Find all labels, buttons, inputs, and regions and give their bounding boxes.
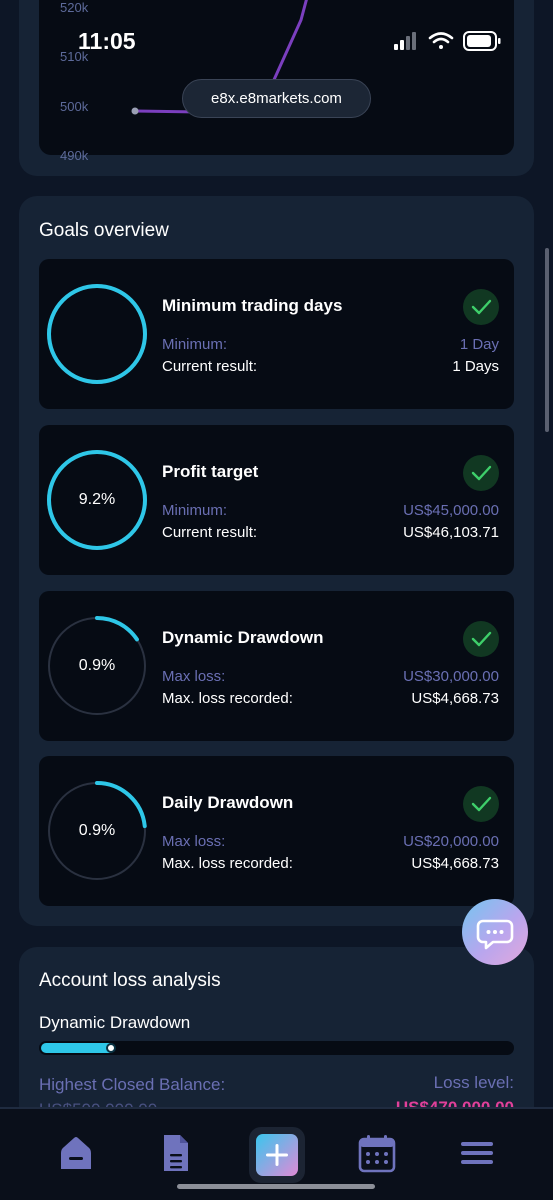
calendar-icon (358, 1135, 396, 1173)
page-scrollbar[interactable] (545, 248, 549, 432)
goal-row-label: Max. loss recorded: (162, 855, 293, 872)
nav-calendar-button[interactable] (355, 1131, 399, 1175)
status-time: 11:05 (78, 28, 136, 54)
goal-row-current: Current result: 1 Days (162, 358, 499, 375)
goal-row-value: 1 Day (459, 336, 499, 353)
progress-ring-label: 9.2% (78, 491, 116, 508)
goal-row-minimum: Minimum: 1 Day (162, 336, 499, 353)
menu-icon (461, 1142, 493, 1164)
goal-minimum-trading-days[interactable]: Minimum trading days Minimum: 1 Day Curr… (39, 259, 514, 409)
battery-icon (463, 31, 501, 51)
goal-row-label: Max loss: (162, 833, 226, 850)
goal-row-max-loss-recorded: Max. loss recorded: US$4,668.73 (162, 855, 499, 872)
goal-row-label: Current result: (162, 358, 258, 375)
goal-title: Minimum trading days (162, 296, 343, 315)
goal-row-label: Minimum: (162, 502, 228, 519)
goal-row-max-loss-recorded: Max. loss recorded: US$4,668.73 (162, 690, 499, 707)
goal-row-value: 1 Days (452, 358, 499, 375)
goal-title: Profit target (162, 462, 259, 481)
home-indicator[interactable] (177, 1184, 375, 1189)
goal-row-minimum: Minimum: US$45,000.00 (162, 502, 499, 519)
goal-dynamic-drawdown[interactable]: 0.9% Dynamic Drawdown Max loss: US$30,00… (39, 591, 514, 741)
goal-row-value: US$45,000.00 (403, 502, 499, 519)
nav-home-button[interactable] (54, 1131, 98, 1175)
goal-title: Dynamic Drawdown (162, 628, 324, 647)
check-icon (463, 455, 499, 491)
highest-closed-balance-label: Highest Closed Balance: (39, 1075, 226, 1094)
goal-row-value: US$4,668.73 (411, 690, 499, 707)
drawdown-progress-fill (41, 1043, 115, 1053)
document-icon (164, 1135, 188, 1171)
goal-title: Daily Drawdown (162, 793, 294, 812)
url-bar[interactable]: e8x.e8markets.com (182, 79, 371, 118)
goal-row-value: US$46,103.71 (403, 524, 499, 541)
goal-row-max-loss: Max loss: US$20,000.00 (162, 833, 499, 850)
account-loss-analysis-title: Account loss analysis (39, 970, 221, 991)
signal-icon (394, 32, 416, 50)
goal-row-value: US$20,000.00 (403, 833, 499, 850)
chat-button[interactable] (462, 899, 528, 965)
check-icon (463, 621, 499, 657)
goals-overview-title: Goals overview (39, 220, 169, 241)
wifi-icon (428, 32, 454, 49)
add-icon (249, 1127, 305, 1183)
home-icon (61, 1137, 91, 1169)
loss-analysis-subtitle: Dynamic Drawdown (39, 1013, 191, 1032)
check-icon (463, 289, 499, 325)
goal-row-current: Current result: US$46,103.71 (162, 524, 499, 541)
y-tick-500k: 500k (60, 99, 89, 114)
drawdown-progress-bar (39, 1041, 514, 1055)
loss-level-label: Loss level: (433, 1073, 514, 1092)
goal-row-value: US$4,668.73 (411, 855, 499, 872)
goal-row-label: Current result: (162, 524, 258, 541)
goal-row-max-loss: Max loss: US$30,000.00 (162, 668, 499, 685)
nav-menu-button[interactable] (455, 1131, 499, 1175)
progress-ring-label: 0.9% (78, 822, 116, 839)
goal-daily-drawdown[interactable]: 0.9% Daily Drawdown Max loss: US$20,000.… (39, 756, 514, 906)
chat-icon (476, 919, 514, 950)
progress-ring-label: 0.9% (78, 657, 116, 674)
goals-overview-card: Goals overview Minimum trading days Mini… (19, 196, 534, 926)
goal-profit-target[interactable]: 9.2% Profit target Minimum: US$45,000.00… (39, 425, 514, 575)
status-bar: 11:05 (0, 0, 553, 80)
check-icon (463, 786, 499, 822)
goal-row-label: Max. loss recorded: (162, 690, 293, 707)
drawdown-progress-knob (106, 1043, 117, 1053)
nav-add-button[interactable] (249, 1127, 305, 1183)
goal-row-label: Max loss: (162, 668, 226, 685)
goal-row-value: US$30,000.00 (403, 668, 499, 685)
nav-documents-button[interactable] (154, 1131, 198, 1175)
status-icons (392, 30, 504, 59)
balance-point (131, 107, 139, 115)
progress-ring-label (45, 282, 149, 386)
y-tick-490k: 490k (60, 148, 89, 163)
goal-row-label: Minimum: (162, 336, 228, 353)
